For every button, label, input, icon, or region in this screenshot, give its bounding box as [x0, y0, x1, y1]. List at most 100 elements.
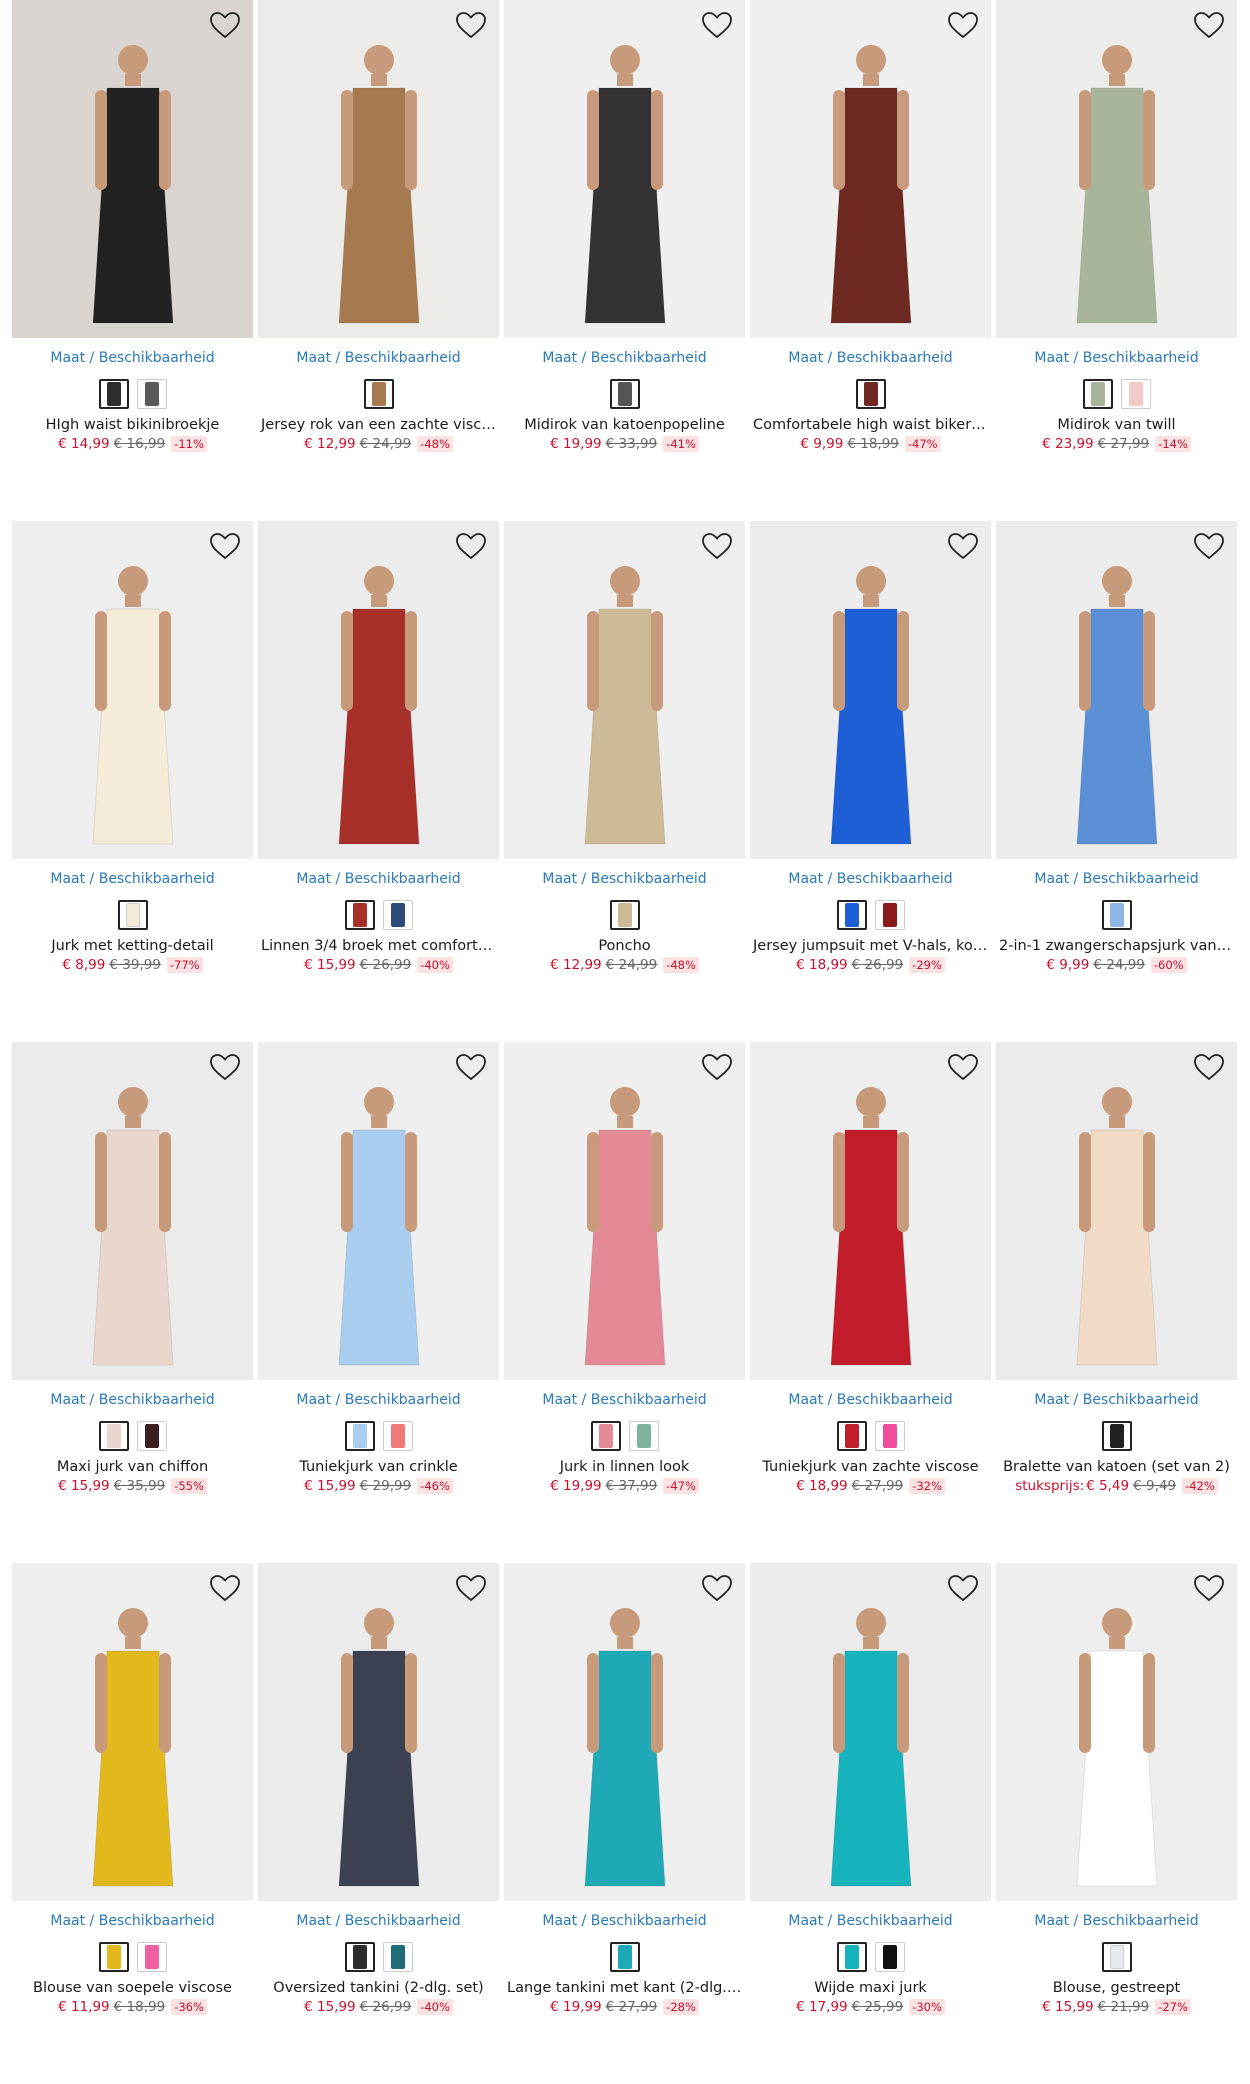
product-image[interactable]: [504, 521, 745, 859]
wishlist-heart-icon[interactable]: [701, 531, 733, 561]
size-availability-link[interactable]: Maat / Beschikbaarheid: [12, 1913, 253, 1929]
product-name[interactable]: Oversized tankini (2-dlg. set): [258, 1980, 499, 1996]
wishlist-heart-icon[interactable]: [209, 1573, 241, 1603]
wishlist-heart-icon[interactable]: [947, 531, 979, 561]
color-swatch[interactable]: [136, 1942, 167, 1972]
color-swatch[interactable]: [1101, 1421, 1132, 1451]
product-image[interactable]: [12, 1563, 253, 1901]
wishlist-heart-icon[interactable]: [455, 1052, 487, 1082]
product-name[interactable]: Jersey jumpsuit met V-hals, korte mouw: [750, 938, 991, 954]
wishlist-heart-icon[interactable]: [1193, 1573, 1225, 1603]
color-swatch[interactable]: [874, 1942, 905, 1972]
color-swatch[interactable]: [836, 900, 867, 930]
wishlist-heart-icon[interactable]: [1193, 1052, 1225, 1082]
product-card[interactable]: Maat / Beschikbaarheid Oversized tankini …: [258, 1563, 499, 2084]
size-availability-link[interactable]: Maat / Beschikbaarheid: [258, 1392, 499, 1408]
product-card[interactable]: Maat / Beschikbaarheid Jurk in linnen loo…: [504, 1042, 745, 1563]
product-name[interactable]: Linnen 3/4 broek met comfortband: [258, 938, 499, 954]
size-availability-link[interactable]: Maat / Beschikbaarheid: [504, 1392, 745, 1408]
wishlist-heart-icon[interactable]: [947, 10, 979, 40]
product-image[interactable]: [258, 1563, 499, 1901]
product-name[interactable]: Jurk met ketting-detail: [12, 938, 253, 954]
product-card[interactable]: Maat / Beschikbaarheid Blouse, gestreept €…: [996, 1563, 1237, 2084]
size-availability-link[interactable]: Maat / Beschikbaarheid: [258, 871, 499, 887]
product-card[interactable]: Maat / Beschikbaarheid Blouse van soepele…: [12, 1563, 253, 2084]
product-name[interactable]: Jurk in linnen look: [504, 1459, 745, 1475]
product-card[interactable]: Maat / Beschikbaarheid Midirok van katoen…: [504, 0, 745, 521]
color-swatch[interactable]: [98, 1942, 129, 1972]
product-card[interactable]: Maat / Beschikbaarheid Midirok van twill €…: [996, 0, 1237, 521]
product-image[interactable]: [750, 1563, 991, 1901]
product-card[interactable]: Maat / Beschikbaarheid Jersey rok van een…: [258, 0, 499, 521]
size-availability-link[interactable]: Maat / Beschikbaarheid: [504, 1913, 745, 1929]
color-swatch[interactable]: [98, 379, 129, 409]
product-name[interactable]: Poncho: [504, 938, 745, 954]
color-swatch[interactable]: [344, 1942, 375, 1972]
product-image[interactable]: [12, 0, 253, 338]
product-name[interactable]: Tuniekjurk van crinkle: [258, 1459, 499, 1475]
product-card[interactable]: Maat / Beschikbaarheid Linnen 3/4 broek m…: [258, 521, 499, 1042]
color-swatch[interactable]: [136, 1421, 167, 1451]
size-availability-link[interactable]: Maat / Beschikbaarheid: [750, 871, 991, 887]
size-availability-link[interactable]: Maat / Beschikbaarheid: [750, 350, 991, 366]
size-availability-link[interactable]: Maat / Beschikbaarheid: [12, 1392, 253, 1408]
product-card[interactable]: Maat / Beschikbaarheid Jersey jumpsuit me…: [750, 521, 991, 1042]
size-availability-link[interactable]: Maat / Beschikbaarheid: [996, 1913, 1237, 1929]
size-availability-link[interactable]: Maat / Beschikbaarheid: [258, 1913, 499, 1929]
product-image[interactable]: [504, 0, 745, 338]
color-swatch[interactable]: [1120, 379, 1151, 409]
product-image[interactable]: [996, 521, 1237, 859]
size-availability-link[interactable]: Maat / Beschikbaarheid: [996, 1392, 1237, 1408]
product-name[interactable]: Blouse, gestreept: [996, 1980, 1237, 1996]
product-card[interactable]: Maat / Beschikbaarheid Comfortabele high …: [750, 0, 991, 521]
color-swatch[interactable]: [344, 900, 375, 930]
size-availability-link[interactable]: Maat / Beschikbaarheid: [504, 350, 745, 366]
color-swatch[interactable]: [344, 1421, 375, 1451]
product-card[interactable]: Maat / Beschikbaarheid Wijde maxi jurk € 1…: [750, 1563, 991, 2084]
product-card[interactable]: Maat / Beschikbaarheid Tuniekjurk van cri…: [258, 1042, 499, 1563]
color-swatch[interactable]: [628, 1421, 659, 1451]
wishlist-heart-icon[interactable]: [1193, 531, 1225, 561]
product-card[interactable]: Maat / Beschikbaarheid Lange tankini met …: [504, 1563, 745, 2084]
color-swatch[interactable]: [609, 900, 640, 930]
product-image[interactable]: [750, 521, 991, 859]
color-swatch[interactable]: [382, 900, 413, 930]
product-image[interactable]: [996, 1042, 1237, 1380]
product-image[interactable]: [258, 0, 499, 338]
product-image[interactable]: [750, 0, 991, 338]
color-swatch[interactable]: [1082, 379, 1113, 409]
color-swatch[interactable]: [855, 379, 886, 409]
color-swatch[interactable]: [609, 1942, 640, 1972]
size-availability-link[interactable]: Maat / Beschikbaarheid: [12, 871, 253, 887]
wishlist-heart-icon[interactable]: [1193, 10, 1225, 40]
color-swatch[interactable]: [98, 1421, 129, 1451]
product-name[interactable]: Maxi jurk van chiffon: [12, 1459, 253, 1475]
color-swatch[interactable]: [874, 900, 905, 930]
size-availability-link[interactable]: Maat / Beschikbaarheid: [996, 871, 1237, 887]
wishlist-heart-icon[interactable]: [209, 531, 241, 561]
wishlist-heart-icon[interactable]: [209, 1052, 241, 1082]
color-swatch[interactable]: [836, 1942, 867, 1972]
wishlist-heart-icon[interactable]: [701, 10, 733, 40]
product-card[interactable]: Maat / Beschikbaarheid Poncho € 12,99 € 24,…: [504, 521, 745, 1042]
product-name[interactable]: 2-in-1 zwangerschapsjurk van vloeiende v…: [996, 938, 1237, 954]
color-swatch[interactable]: [1101, 900, 1132, 930]
color-swatch[interactable]: [136, 379, 167, 409]
product-image[interactable]: [504, 1042, 745, 1380]
product-name[interactable]: Wijde maxi jurk: [750, 1980, 991, 1996]
color-swatch[interactable]: [874, 1421, 905, 1451]
color-swatch[interactable]: [363, 379, 394, 409]
color-swatch[interactable]: [590, 1421, 621, 1451]
color-swatch[interactable]: [1101, 1942, 1132, 1972]
color-swatch[interactable]: [836, 1421, 867, 1451]
product-image[interactable]: [258, 521, 499, 859]
product-card[interactable]: Maat / Beschikbaarheid 2-in-1 zwangerscha…: [996, 521, 1237, 1042]
product-name[interactable]: Midirok van katoenpopeline: [504, 417, 745, 433]
wishlist-heart-icon[interactable]: [947, 1573, 979, 1603]
color-swatch[interactable]: [117, 900, 148, 930]
color-swatch[interactable]: [609, 379, 640, 409]
product-name[interactable]: Midirok van twill: [996, 417, 1237, 433]
product-image[interactable]: [258, 1042, 499, 1380]
product-image[interactable]: [996, 1563, 1237, 1901]
size-availability-link[interactable]: Maat / Beschikbaarheid: [750, 1392, 991, 1408]
